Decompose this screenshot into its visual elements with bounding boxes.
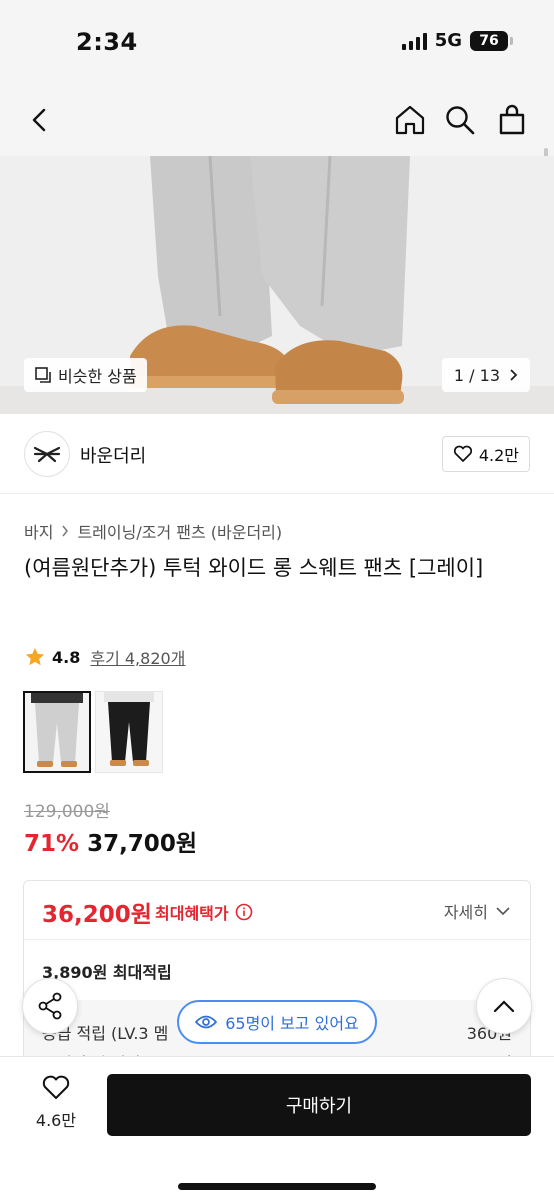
share-button[interactable] [22, 978, 78, 1034]
similar-label: 비슷한 상품 [58, 367, 137, 386]
chevron-right-icon [510, 369, 518, 381]
product-image-carousel[interactable]: 비슷한 상품 1 / 13 [0, 156, 554, 414]
benefit-box: 36,200원 최대혜택가 자세히 3,890원 최대적립 등급 적립 (LV.… [23, 880, 531, 1080]
chevron-right-icon [62, 525, 69, 537]
status-indicators: 5G 76 [401, 30, 513, 51]
max-benefit-label: 최대혜택가 [155, 900, 253, 924]
original-price: 129,000원 [24, 802, 110, 822]
chevron-up-icon [493, 1000, 515, 1013]
wishlist-button[interactable]: 4.6만 [28, 1075, 84, 1131]
heart-icon [42, 1075, 70, 1099]
benefit-detail-button[interactable]: 자세히 [444, 899, 510, 923]
home-icon[interactable] [392, 102, 428, 138]
network-label: 5G [434, 30, 462, 51]
color-options [23, 691, 163, 773]
brand-row: 바운더리 4.2만 [0, 414, 554, 494]
heart-icon [453, 445, 472, 462]
viewers-pill[interactable]: 65명이 보고 있어요 [177, 1000, 377, 1044]
scroll-top-button[interactable] [476, 978, 532, 1034]
battery-icon: 76 [470, 30, 513, 51]
signal-icon [401, 32, 427, 50]
cart-icon[interactable] [494, 102, 530, 138]
detail-label: 자세히 [443, 903, 488, 922]
search-icon[interactable] [442, 102, 478, 138]
similar-icon [35, 367, 51, 383]
chevron-down-icon [496, 907, 510, 916]
back-icon[interactable] [22, 102, 58, 138]
similar-products-button[interactable]: 비슷한 상품 [24, 358, 147, 392]
brand-like-button[interactable]: 4.2만 [441, 436, 530, 472]
color-option-black[interactable] [95, 691, 163, 773]
eye-icon [195, 1015, 218, 1029]
breadcrumb: 바지 트레이닝/조거 팬츠 (바운더리) [24, 519, 282, 543]
nav-bar [0, 84, 554, 156]
rating-row: 4.8 후기 4,820개 [24, 645, 185, 669]
rating-value: 4.8 [52, 647, 81, 667]
benefit-header: 36,200원 최대혜택가 자세히 [24, 881, 530, 940]
page-indicator-label: 1 / 13 [453, 365, 500, 385]
max-benefit-text: 최대혜택가 [155, 904, 229, 923]
sale-price: 37,700원 [87, 831, 197, 857]
share-icon [38, 992, 62, 1020]
image-page-indicator[interactable]: 1 / 13 [441, 358, 530, 392]
wishlist-count: 4.6만 [35, 1111, 77, 1130]
max-benefit-price: 36,200원 [42, 902, 152, 928]
breadcrumb-subcategory[interactable]: 트레이닝/조거 팬츠 (바운더리) [77, 519, 282, 543]
points-total: 3,890원 최대적립 [42, 963, 172, 982]
status-time: 2:34 [76, 28, 138, 56]
buy-button[interactable]: 구매하기 [107, 1074, 531, 1136]
bottom-bar: 4.6만 구매하기 [0, 1056, 554, 1200]
color-option-gray[interactable] [23, 691, 91, 773]
price-row: 71% 37,700원 [24, 824, 197, 858]
brand-name[interactable]: 바운더리 [80, 442, 146, 468]
info-icon[interactable] [235, 903, 253, 921]
product-title: (여름원단추가) 투턱 와이드 롱 스웨트 팬츠 [그레이] [24, 556, 484, 580]
brand-like-count: 4.2만 [478, 446, 519, 465]
breadcrumb-category[interactable]: 바지 [24, 519, 53, 543]
status-bar: 2:34 5G 76 [0, 0, 554, 84]
brand-logo[interactable] [24, 431, 70, 477]
discount-rate: 71% [24, 831, 80, 857]
review-link[interactable]: 후기 4,820개 [90, 645, 185, 669]
home-indicator [178, 1183, 376, 1190]
viewers-label: 65명이 보고 있어요 [225, 1014, 359, 1033]
star-icon [25, 647, 45, 666]
